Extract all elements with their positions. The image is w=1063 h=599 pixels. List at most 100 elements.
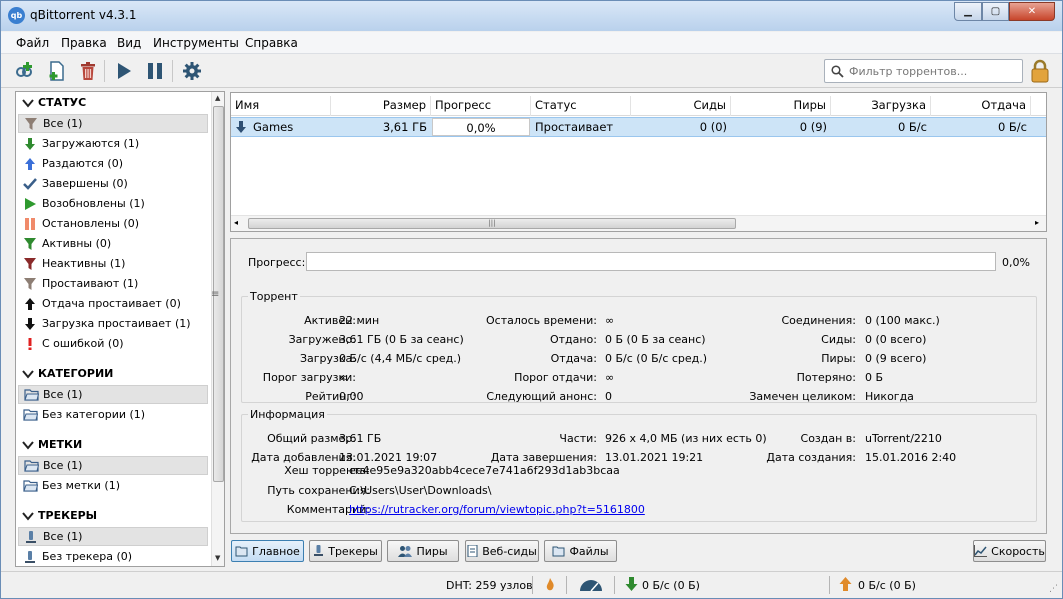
status-item-errored[interactable]: С ошибкой (0) xyxy=(18,334,208,353)
options-button[interactable] xyxy=(180,59,204,83)
tracker-item-label: Без трекера (0) xyxy=(42,550,133,563)
scroll-right-icon[interactable]: ▸ xyxy=(1035,218,1039,227)
tab-peers[interactable]: Пиры xyxy=(387,540,459,562)
trackers-section-header[interactable]: ТРЕКЕРЫ xyxy=(22,509,97,522)
add-torrent-file-button[interactable] xyxy=(45,59,69,83)
resume-button[interactable] xyxy=(112,59,136,83)
status-item-stalled-downloading[interactable]: Загрузка простаивает (1) xyxy=(18,314,208,333)
column-download-speed[interactable]: Загрузка xyxy=(831,96,931,116)
status-divider xyxy=(566,576,567,594)
status-item-stalled-uploading[interactable]: Отдача простаивает (0) xyxy=(18,294,208,313)
play-icon xyxy=(118,63,131,79)
delete-torrent-button[interactable] xyxy=(76,59,100,83)
download-speed-status[interactable]: 0 Б/с (0 Б) xyxy=(642,579,700,592)
speed-limits-icon[interactable] xyxy=(578,577,604,596)
trackers-section-title: ТРЕКЕРЫ xyxy=(38,509,98,522)
menu-edit[interactable]: Правка xyxy=(61,36,107,50)
torrent-group-title: Торрент xyxy=(248,290,300,303)
app-window: qb qBittorrent v4.3.1 ▁ ▢ ✕ Файл Правка … xyxy=(0,0,1063,599)
torrent-label: Порог отдачи: xyxy=(514,371,597,384)
column-upload-speed[interactable]: Отдача xyxy=(931,96,1031,116)
add-file-icon xyxy=(49,61,64,81)
filter-search-box[interactable] xyxy=(824,59,1023,83)
status-item-inactive[interactable]: Неактивны (1) xyxy=(18,254,208,273)
minimize-button[interactable]: ▁ xyxy=(954,2,982,21)
menu-file[interactable]: Файл xyxy=(16,36,49,50)
download-speed-icon xyxy=(625,577,638,595)
add-torrent-link-button[interactable] xyxy=(13,59,37,83)
tab-web-seeds[interactable]: Веб-сиды xyxy=(465,540,539,562)
pause-icon xyxy=(22,216,38,232)
status-item-all[interactable]: Все (1) xyxy=(18,114,208,133)
close-button[interactable]: ✕ xyxy=(1009,2,1055,21)
connection-status-icon[interactable] xyxy=(543,577,557,596)
upload-speed-status[interactable]: 0 Б/с (0 Б) xyxy=(858,579,916,592)
torrent-list-header: Имя Размер Прогресс Статус Сиды Пиры Заг… xyxy=(231,96,1046,116)
status-item-downloading[interactable]: Загружаются (1) xyxy=(18,134,208,153)
tracker-item-trackerless[interactable]: Без трекера (0) xyxy=(18,547,208,566)
torrent-label: Замечен целиком: xyxy=(749,390,856,403)
status-item-active[interactable]: Активны (0) xyxy=(18,234,208,253)
status-item-label: Раздаются (0) xyxy=(42,157,123,170)
lock-icon[interactable] xyxy=(1030,59,1050,86)
torrent-list-hscrollbar[interactable]: ◂ ||| ▸ xyxy=(231,215,1046,231)
menu-view[interactable]: Вид xyxy=(117,36,141,50)
info-group-title: Информация xyxy=(248,408,327,421)
categories-section-header[interactable]: КАТЕГОРИИ xyxy=(22,367,113,380)
filter-search-input[interactable] xyxy=(849,63,1017,79)
qbittorrent-logo-icon: qb xyxy=(8,7,25,24)
tag-item-untagged[interactable]: Без метки (1) xyxy=(18,476,208,495)
tab-files[interactable]: Файлы xyxy=(544,540,617,562)
speed-graph-button[interactable]: Скорость xyxy=(973,540,1046,562)
scroll-down-icon[interactable]: ▼ xyxy=(215,554,220,562)
status-divider xyxy=(829,576,830,594)
scroll-up-icon[interactable]: ▲ xyxy=(215,94,220,102)
column-progress[interactable]: Прогресс xyxy=(431,96,531,116)
column-name[interactable]: Имя xyxy=(231,96,331,116)
tags-section-header[interactable]: МЕТКИ xyxy=(22,438,82,451)
sidebar-scrollbar[interactable]: ▲ ▼ xyxy=(211,92,224,566)
status-item-paused[interactable]: Остановлены (0) xyxy=(18,214,208,233)
torrent-label: Следующий анонс: xyxy=(486,390,597,403)
torrent-label: Отдано: xyxy=(549,333,597,346)
status-item-resumed[interactable]: Возобновлены (1) xyxy=(18,194,208,213)
status-section-title: СТАТУС xyxy=(38,96,87,109)
scroll-left-icon[interactable]: ◂ xyxy=(234,218,238,227)
resize-grip-icon[interactable]: ⋰ xyxy=(1049,584,1058,594)
status-bar: DHT: 259 узлов 0 Б/с (0 Б) 0 Б/с (0 Б) ⋰ xyxy=(1,571,1062,598)
status-divider xyxy=(532,576,533,594)
hscroll-thumb[interactable]: ||| xyxy=(248,218,736,229)
status-item-seeding[interactable]: Раздаются (0) xyxy=(18,154,208,173)
menu-help[interactable]: Справка xyxy=(245,36,298,50)
info_top-label: Дата завершения: xyxy=(490,451,597,464)
tracker-item-all[interactable]: Все (1) xyxy=(18,527,208,546)
tab-trackers[interactable]: Трекеры xyxy=(309,540,382,562)
comment-link[interactable]: https://rutracker.org/forum/viewtopic.ph… xyxy=(349,503,645,516)
status-item-completed[interactable]: Завершены (0) xyxy=(18,174,208,193)
category-item-all[interactable]: Все (1) xyxy=(18,385,208,404)
status-section-header[interactable]: СТАТУС xyxy=(22,96,86,109)
tab-general[interactable]: Главное xyxy=(231,540,304,562)
arrow-up-icon xyxy=(22,296,38,312)
pause-button[interactable] xyxy=(143,59,167,83)
category-item-uncategorized[interactable]: Без категории (1) xyxy=(18,405,208,424)
menu-bar: Файл Правка Вид Инструменты Справка xyxy=(1,32,1062,54)
status-item-label: Отдача простаивает (0) xyxy=(42,297,181,310)
column-size[interactable]: Размер xyxy=(331,96,431,116)
column-peers[interactable]: Пиры xyxy=(731,96,831,116)
status-item-label: Возобновлены (1) xyxy=(42,197,145,210)
arrow-down-icon xyxy=(22,316,38,332)
splitter-handle[interactable]: ≡ xyxy=(211,289,219,300)
status-item-stalled[interactable]: Простаивают (1) xyxy=(18,274,208,293)
properties-panel: Прогресс: 0,0% Торрент Информация Хеш то… xyxy=(230,238,1047,534)
column-seeds[interactable]: Сиды xyxy=(631,96,731,116)
menu-tools[interactable]: Инструменты xyxy=(153,36,239,50)
title-bar[interactable]: qb qBittorrent v4.3.1 ▁ ▢ ✕ xyxy=(1,1,1062,31)
folder-icon xyxy=(22,478,38,494)
torrent-label: Осталось времени: xyxy=(486,314,597,327)
tag-item-all[interactable]: Все (1) xyxy=(18,456,208,475)
column-status[interactable]: Статус xyxy=(531,96,631,116)
maximize-button[interactable]: ▢ xyxy=(982,2,1009,21)
torrent-row[interactable]: Games 3,61 ГБ 0,0% Простаивает 0 (0) 0 (… xyxy=(231,117,1046,137)
torrent-value: ∞ xyxy=(605,314,615,327)
